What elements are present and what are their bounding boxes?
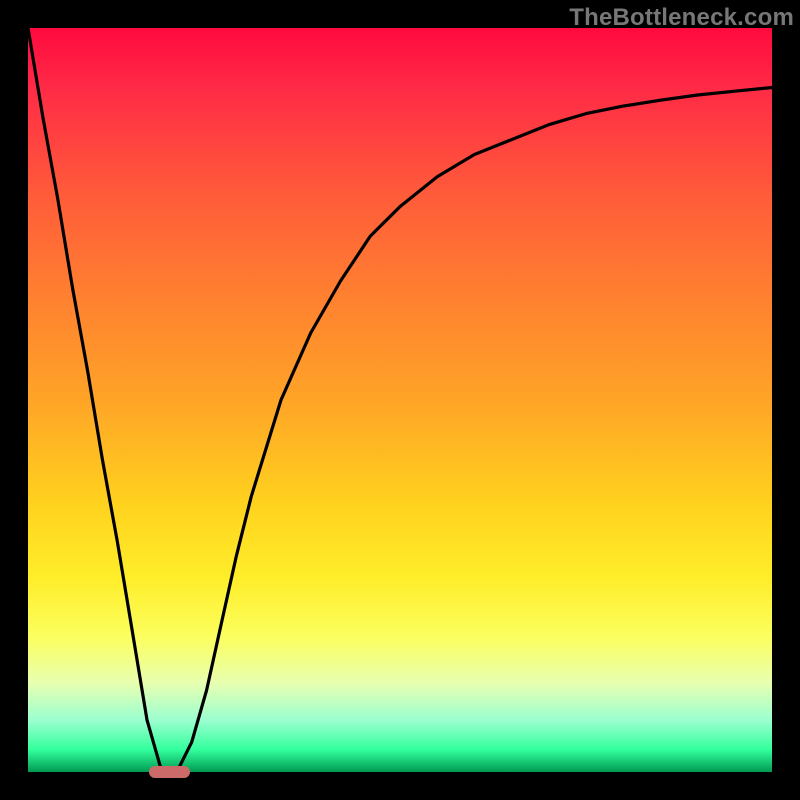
watermark-text: TheBottleneck.com	[569, 4, 794, 32]
plot-area	[28, 28, 772, 772]
chart-frame: TheBottleneck.com	[0, 0, 800, 800]
bottleneck-curve	[28, 28, 772, 772]
minimum-marker	[149, 766, 191, 778]
